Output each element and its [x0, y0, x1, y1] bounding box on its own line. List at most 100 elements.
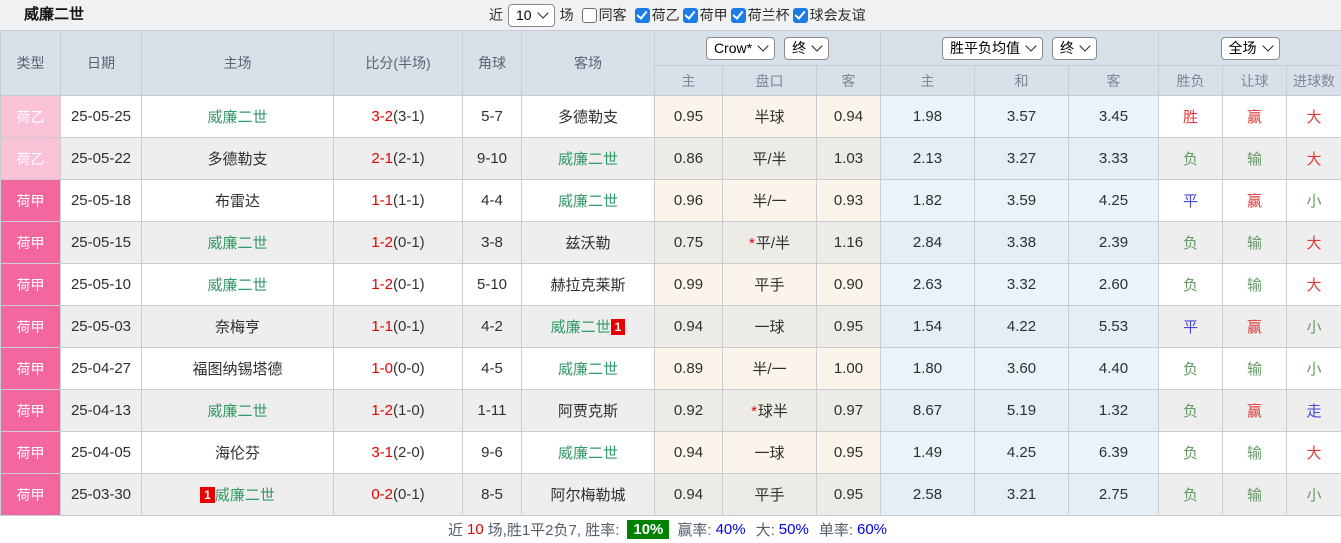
home-team-cell: 威廉二世 [142, 264, 334, 306]
odds-time-select[interactable]: 终 [784, 37, 829, 60]
avg-odds-loss: 5.53 [1069, 306, 1159, 348]
fulltime-score: 3-2 [371, 108, 393, 125]
match-date: 25-05-18 [61, 180, 142, 222]
handicap-odds-home: 0.94 [655, 306, 723, 348]
bookmaker-select[interactable]: Crow* [706, 37, 775, 60]
avg-type-select[interactable]: 胜平负均值 [942, 37, 1043, 60]
handicap-line: 平手 [723, 264, 817, 306]
col-header-score: 比分(半场) [334, 31, 463, 96]
subcol-handicap: 盘口 [723, 66, 817, 96]
avg-odds-win: 2.63 [881, 264, 975, 306]
halftime-score: (2-0) [393, 444, 425, 461]
handicap-odds-home: 0.99 [655, 264, 723, 306]
home-team-name: 威廉二世 [207, 109, 267, 126]
avg-odds-draw: 3.57 [975, 96, 1069, 138]
handicap-line: 半/一 [723, 180, 817, 222]
checkbox-icon[interactable] [683, 8, 698, 23]
corners-cell: 8-5 [463, 474, 522, 516]
result-outcome: 负 [1159, 348, 1223, 390]
away-team-name: 赫拉克莱斯 [550, 277, 625, 294]
period-select[interactable]: 全场 [1221, 37, 1280, 60]
home-team-name: 布雷达 [215, 193, 260, 210]
avg-odds-win: 2.58 [881, 474, 975, 516]
fulltime-score: 0-2 [371, 486, 393, 503]
league-filter-checkbox[interactable]: 球会友谊 [793, 5, 866, 25]
home-team-name: 奈梅亨 [215, 319, 260, 336]
away-team-name: 威廉二世 [551, 319, 611, 336]
home-team-name: 海伦芬 [215, 445, 260, 462]
away-team-name: 阿贾克斯 [558, 403, 618, 420]
avg-odds-draw: 3.27 [975, 138, 1069, 180]
avg-group-header: 胜平负均值 终 [881, 31, 1159, 66]
league-badge: 荷甲 [1, 432, 61, 474]
away-team-cell: 威廉二世1 [522, 306, 655, 348]
stat-value: 50% [779, 521, 809, 538]
result-outcome: 负 [1159, 264, 1223, 306]
matches-label: 场 [560, 5, 574, 25]
table-row: 荷甲 25-04-13 威廉二世 1-2(1-0) 1-11 阿贾克斯 0.92… [1, 390, 1341, 432]
handicap-odds-home: 0.94 [655, 474, 723, 516]
avg-odds-win: 1.54 [881, 306, 975, 348]
league-filter-checkbox[interactable]: 荷甲 [683, 5, 728, 25]
handicap-star-icon: * [749, 235, 755, 252]
handicap-odds-away: 0.95 [817, 306, 881, 348]
footer-summary: 场,胜1平2负7, 胜率: [488, 519, 620, 540]
checkbox-icon[interactable] [635, 8, 650, 23]
handicap-line: 平手 [723, 474, 817, 516]
red-card-badge: 1 [611, 319, 626, 335]
same-opponent-checkbox[interactable]: 同客 [582, 5, 627, 25]
league-badge: 荷乙 [1, 96, 61, 138]
checkbox-icon[interactable] [731, 8, 746, 23]
score-cell: 1-2(0-1) [334, 264, 463, 306]
result-outcome: 负 [1159, 138, 1223, 180]
checkbox-icon[interactable] [582, 8, 597, 23]
avg-odds-draw: 4.25 [975, 432, 1069, 474]
recent-count-select[interactable]: 10 [508, 4, 555, 27]
away-team-name: 威廉二世 [558, 445, 618, 462]
away-team-cell: 兹沃勒 [522, 222, 655, 264]
handicap-outcome: 输 [1223, 264, 1287, 306]
goals-outcome: 小 [1287, 180, 1341, 222]
avg-odds-loss: 2.75 [1069, 474, 1159, 516]
score-cell: 3-1(2-0) [334, 432, 463, 474]
summary-footer: 近10场,胜1平2负7, 胜率: 10% 赢率:40% 大:50% 单率:60% [0, 516, 1341, 543]
league-filter-checkbox[interactable]: 荷乙 [635, 5, 680, 25]
period-select-value: 全场 [1229, 40, 1257, 57]
handicap-line: *球半 [723, 390, 817, 432]
checkbox-icon[interactable] [793, 8, 808, 23]
home-team-cell: 威廉二世 [142, 390, 334, 432]
subcol-result: 胜负 [1159, 66, 1223, 96]
fulltime-score: 1-1 [371, 192, 393, 209]
away-team-cell: 阿贾克斯 [522, 390, 655, 432]
league-filter-checkbox[interactable]: 荷兰杯 [731, 5, 790, 25]
avg-time-select[interactable]: 终 [1052, 37, 1097, 60]
home-team-cell: 威廉二世 [142, 96, 334, 138]
match-date: 25-04-13 [61, 390, 142, 432]
same-opponent-label: 同客 [599, 5, 627, 25]
halftime-score: (0-1) [393, 318, 425, 335]
handicap-odds-home: 0.86 [655, 138, 723, 180]
halftime-score: (3-1) [393, 108, 425, 125]
match-date: 25-05-25 [61, 96, 142, 138]
stat-value: 40% [716, 521, 746, 538]
table-row: 荷甲 25-05-15 威廉二世 1-2(0-1) 3-8 兹沃勒 0.75 *… [1, 222, 1341, 264]
table-row: 荷甲 25-04-27 福图纳锡塔德 1-0(0-0) 4-5 威廉二世 0.8… [1, 348, 1341, 390]
corners-cell: 3-8 [463, 222, 522, 264]
recent-count-value: 10 [516, 7, 532, 24]
table-row: 荷乙 25-05-25 威廉二世 3-2(3-1) 5-7 多德勒支 0.95 … [1, 96, 1341, 138]
avg-odds-win: 8.67 [881, 390, 975, 432]
bookmaker-select-value: Crow* [714, 40, 752, 57]
subcol-goals-result: 进球数 [1287, 66, 1341, 96]
table-row: 荷甲 25-05-03 奈梅亨 1-1(0-1) 4-2 威廉二世1 0.94 … [1, 306, 1341, 348]
halftime-score: (0-1) [393, 234, 425, 251]
league-badge: 荷甲 [1, 222, 61, 264]
avg-odds-win: 2.84 [881, 222, 975, 264]
avg-odds-win: 1.49 [881, 432, 975, 474]
away-team-cell: 威廉二世 [522, 138, 655, 180]
home-team-cell: 海伦芬 [142, 432, 334, 474]
handicap-odds-away: 0.95 [817, 474, 881, 516]
footer-count: 10 [467, 521, 484, 538]
col-header-home: 主场 [142, 31, 334, 96]
result-outcome: 负 [1159, 390, 1223, 432]
red-card-badge: 1 [200, 487, 215, 503]
